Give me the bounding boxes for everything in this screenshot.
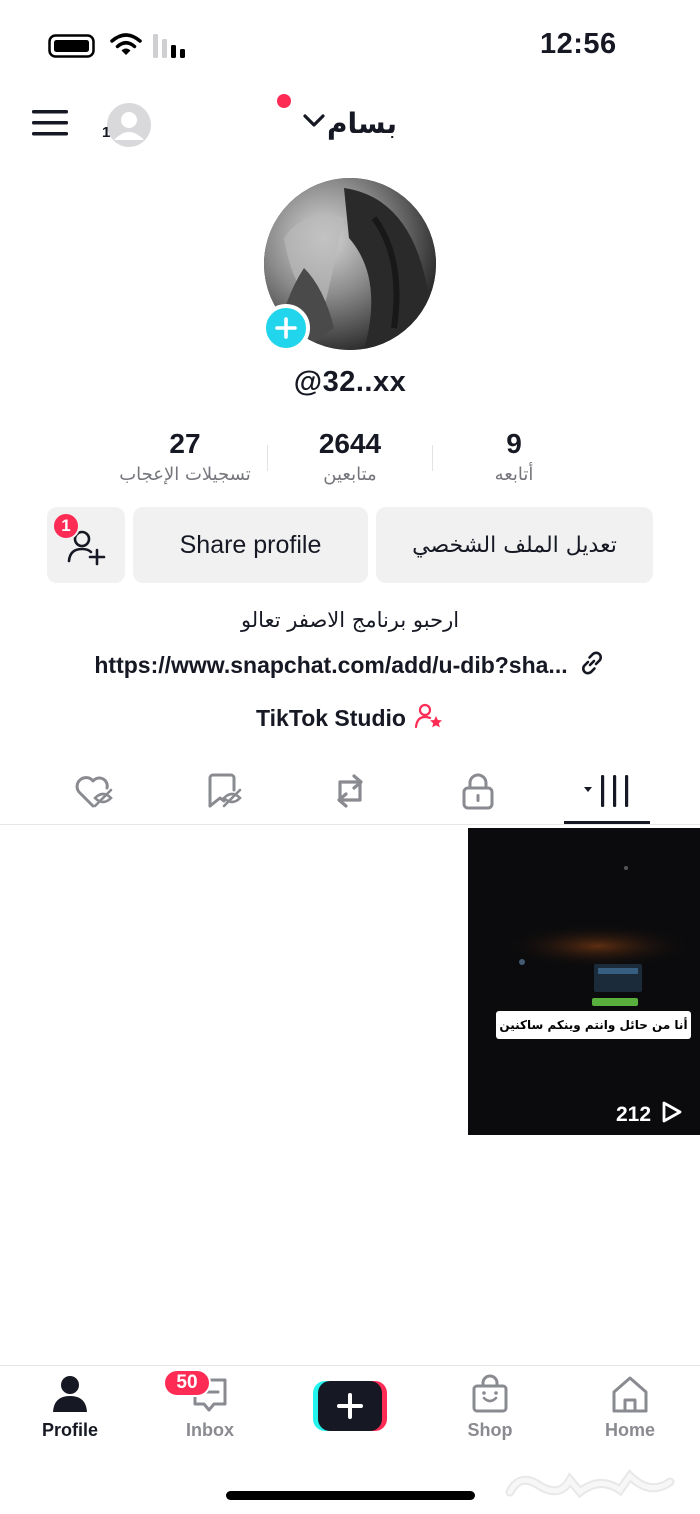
- stat-following-value: 9: [506, 428, 522, 459]
- stat-followers-label: متابعين: [323, 464, 377, 485]
- video-views-count: 212: [616, 1103, 652, 1126]
- video-thumbnail[interactable]: [468, 828, 700, 1135]
- wifi-icon: [110, 32, 142, 63]
- tab-reposts[interactable]: [310, 766, 390, 816]
- plus-icon: [275, 317, 297, 339]
- add-friends-badge: 1: [52, 512, 80, 540]
- profile-handle: @32..xx: [293, 366, 407, 398]
- chevron-down-icon: [303, 113, 325, 134]
- tab-favorites[interactable]: [184, 766, 264, 816]
- stat-likes[interactable]: 27 تسجيلات الإعجاب: [100, 428, 270, 485]
- lock-icon: [462, 773, 494, 810]
- stat-following[interactable]: 9 أتابعه: [454, 428, 574, 485]
- nav-home-label: Home: [604, 1420, 655, 1440]
- repost-icon: [337, 774, 363, 808]
- account-switch-badge: 1: [102, 124, 111, 141]
- stat-likes-label: تسجيلات الإعجاب: [119, 464, 251, 485]
- tiktok-studio-link[interactable]: TikTok Studio: [200, 700, 500, 736]
- profile-icon: [53, 1376, 87, 1412]
- bookmark-hidden-icon: [208, 773, 242, 808]
- username-dropdown[interactable]: بسام: [275, 100, 425, 146]
- battery-icon: [48, 34, 98, 63]
- tab-videos[interactable]: [567, 766, 647, 816]
- play-icon: [661, 1100, 683, 1130]
- nav-profile-label: Profile: [41, 1420, 98, 1440]
- link-icon: [578, 649, 606, 682]
- menu-icon[interactable]: [32, 108, 68, 143]
- nav-inbox-label: Inbox: [186, 1420, 234, 1440]
- cellular-signal-icon: [153, 34, 191, 63]
- nav-profile[interactable]: Profile: [10, 1374, 130, 1454]
- profile-link[interactable]: https://www.snapchat.com/add/u-dib?sha..…: [60, 648, 640, 682]
- inbox-badge: 50: [163, 1369, 211, 1397]
- watermark-logo: [500, 1462, 690, 1506]
- share-profile-button[interactable]: Share profile: [133, 507, 368, 583]
- profile-link-text: https://www.snapchat.com/add/u-dib?sha..…: [94, 651, 568, 678]
- video-caption: أنا من حائل وانتم وينكم ساكنين: [496, 1011, 691, 1039]
- stat-likes-value: 27: [169, 428, 201, 459]
- stat-divider: [432, 445, 433, 471]
- grid-dropdown-icon: [584, 775, 629, 807]
- video-views: 212: [616, 1100, 683, 1130]
- add-avatar-button[interactable]: [262, 304, 310, 352]
- home-indicator: [226, 1491, 475, 1500]
- nav-home[interactable]: Home: [570, 1374, 690, 1454]
- home-icon: [612, 1376, 648, 1413]
- tab-liked[interactable]: [54, 766, 134, 816]
- creator-star-icon: [414, 701, 444, 736]
- nav-shop[interactable]: Shop: [430, 1374, 550, 1454]
- account-switch-avatar[interactable]: [106, 102, 152, 153]
- tabs-divider: [0, 824, 700, 825]
- nav-divider: [0, 1365, 700, 1366]
- shopping-bag-icon: [472, 1374, 508, 1413]
- edit-profile-button[interactable]: تعديل الملف الشخصي: [376, 507, 653, 583]
- create-button[interactable]: [313, 1381, 387, 1431]
- username: بسام: [326, 106, 398, 140]
- heart-hidden-icon: [75, 776, 113, 808]
- tiktok-studio-label: TikTok Studio: [256, 704, 406, 731]
- status-time: 12:56: [540, 28, 617, 60]
- stat-following-label: أتابعه: [494, 464, 534, 485]
- tab-private[interactable]: [438, 766, 518, 816]
- stat-followers[interactable]: 2644 متابعين: [288, 428, 412, 485]
- nav-shop-label: Shop: [467, 1420, 513, 1440]
- stat-followers-value: 2644: [318, 428, 382, 459]
- profile-bio: ارحبو برنامج الاصفر تعالو: [240, 608, 460, 632]
